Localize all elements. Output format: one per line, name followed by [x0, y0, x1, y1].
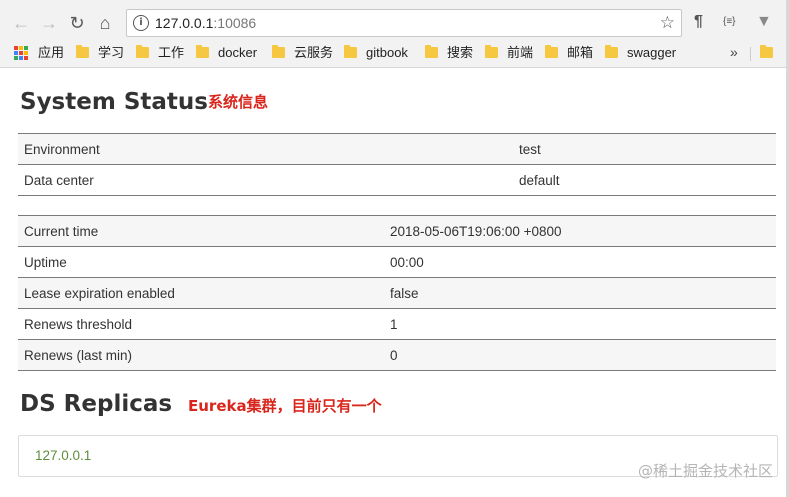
row-label: Current time: [18, 215, 384, 247]
row-label: Lease expiration enabled: [18, 277, 384, 309]
environment-table: Environment test Data center default: [18, 133, 776, 196]
bookmark-apps[interactable]: 应用: [38, 44, 64, 62]
bookmark-folder-work[interactable]: 工作: [136, 44, 184, 62]
bookmark-folder-swagger[interactable]: swagger: [605, 44, 676, 62]
folder-icon: [425, 45, 438, 58]
row-value: 2018-05-06T19:06:00 +0800: [384, 215, 776, 247]
folder-icon: [485, 45, 498, 58]
address-bar[interactable]: i 127.0.0.1:10086 ☆: [126, 9, 682, 37]
folder-icon: [76, 45, 89, 58]
bookmark-label: 邮箱: [567, 45, 594, 60]
more-bookmarks-chevron-icon[interactable]: »: [730, 44, 738, 60]
bookmark-label: 学习: [98, 45, 125, 60]
folder-icon: [136, 45, 149, 58]
apps-grid-dot: [19, 51, 23, 55]
folder-icon: [605, 45, 618, 58]
row-value: default: [513, 164, 776, 196]
row-value: 00:00: [384, 246, 776, 278]
bookmark-label: docker: [218, 45, 258, 60]
pilcrow-extension-icon[interactable]: ¶: [694, 13, 703, 31]
url-port: :10086: [213, 15, 257, 31]
table-row: Current time 2018-05-06T19:06:00 +0800: [18, 215, 776, 247]
bookmarks-divider: [750, 47, 751, 61]
row-label: Renews threshold: [18, 308, 384, 340]
site-info-icon[interactable]: i: [133, 15, 149, 31]
url-text[interactable]: 127.0.0.1:10086: [155, 15, 256, 31]
table-row: Lease expiration enabled false: [18, 277, 776, 309]
row-value: 0: [384, 339, 776, 371]
row-label: Data center: [18, 164, 513, 196]
row-value: false: [384, 277, 776, 309]
folder-icon: [760, 45, 773, 58]
table-row: Uptime 00:00: [18, 246, 776, 278]
row-value: test: [513, 133, 776, 165]
page-content: System Status 系统信息 Environment test Data…: [0, 69, 789, 497]
bookmark-star-icon[interactable]: ☆: [660, 13, 675, 33]
apps-grid-dot: [19, 56, 23, 60]
apps-grid-dot: [14, 46, 18, 50]
apps-grid-dot: [24, 56, 28, 60]
json-extension-icon[interactable]: {≡}: [723, 13, 736, 31]
apps-grid-dot: [24, 51, 28, 55]
bookmark-folder-frontend[interactable]: 前端: [485, 44, 533, 62]
bookmark-label: 工作: [158, 45, 185, 60]
browser-chrome: ← → ↻ ⌂ i 127.0.0.1:10086 ☆ ¶ {≡} ▼ 应用 学…: [0, 0, 789, 68]
browser-toolbar: ← → ↻ ⌂ i 127.0.0.1:10086 ☆ ¶ {≡} ▼: [0, 6, 789, 40]
table-row: Renews threshold 1: [18, 308, 776, 340]
folder-icon: [344, 45, 357, 58]
replica-link[interactable]: 127.0.0.1: [35, 448, 91, 463]
bookmark-folder-mail[interactable]: 邮箱: [545, 44, 593, 62]
folder-icon: [272, 45, 285, 58]
forward-arrow-icon[interactable]: →: [38, 12, 60, 34]
reload-icon[interactable]: ↻: [66, 12, 88, 34]
apps-grid-dot: [24, 46, 28, 50]
table-row: Data center default: [18, 164, 776, 196]
bookmark-folder-study[interactable]: 学习: [76, 44, 124, 62]
table-row: Environment test: [18, 133, 776, 165]
ds-replicas-annotation: Eureka集群，目前只有一个: [188, 397, 382, 415]
bookmark-folder-gitbook[interactable]: gitbook: [344, 44, 408, 62]
row-label: Uptime: [18, 246, 384, 278]
bookmark-label: 前端: [507, 45, 534, 60]
row-label: Renews (last min): [18, 339, 384, 371]
back-arrow-icon[interactable]: ←: [10, 12, 32, 34]
ds-replicas-title: DS Replicas: [20, 391, 173, 417]
bookmarks-bar: 应用 学习 工作 docker 云服务 gitbook 搜索 前端 邮箱 swa…: [0, 40, 789, 66]
system-status-annotation: 系统信息: [208, 93, 269, 111]
apps-grid-dot: [14, 56, 18, 60]
apps-grid-icon[interactable]: [14, 46, 28, 60]
bookmark-folder-docker[interactable]: docker: [196, 44, 257, 62]
apps-grid-dot: [14, 51, 18, 55]
bookmark-label: gitbook: [366, 45, 408, 60]
system-status-title: System Status: [20, 89, 208, 115]
bookmark-folder-search[interactable]: 搜索: [425, 44, 473, 62]
row-value: 1: [384, 308, 776, 340]
folder-icon: [545, 45, 558, 58]
folder-icon: [196, 45, 209, 58]
apps-grid-dot: [19, 46, 23, 50]
status-stats-table: Current time 2018-05-06T19:06:00 +0800 U…: [18, 215, 776, 371]
url-host: 127.0.0.1: [155, 15, 214, 31]
bookmark-label: swagger: [627, 45, 677, 60]
bookmark-folder-overflow[interactable]: [760, 44, 782, 62]
table-row: Renews (last min) 0: [18, 339, 776, 371]
home-icon[interactable]: ⌂: [94, 12, 116, 34]
bookmark-label: 搜索: [447, 45, 474, 60]
vue-extension-icon[interactable]: ▼: [756, 13, 772, 31]
row-label: Environment: [18, 133, 513, 165]
bookmark-label: 云服务: [294, 45, 334, 60]
watermark: @稀土掘金技术社区: [637, 462, 773, 480]
bookmark-folder-cloud[interactable]: 云服务: [272, 44, 333, 62]
